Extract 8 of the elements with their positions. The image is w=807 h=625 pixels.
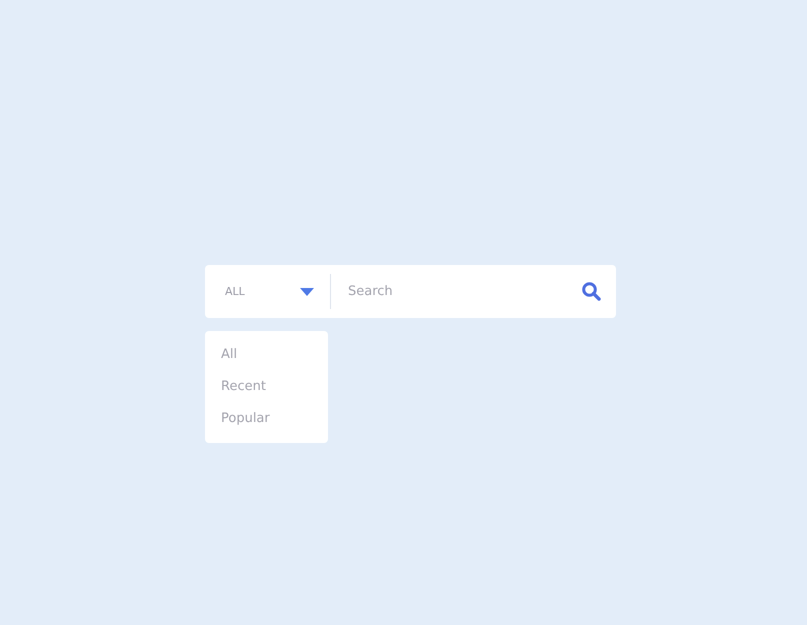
search-field[interactable]: Search [331, 265, 582, 318]
menu-item[interactable]: Popular [205, 407, 328, 431]
search-button[interactable] [582, 265, 616, 318]
search-icon [582, 282, 601, 301]
caret-icon [300, 288, 314, 296]
category-dropdown[interactable]: ALL [205, 265, 330, 318]
menu-item[interactable]: Recent [205, 375, 328, 399]
menu-item[interactable]: All [205, 343, 328, 367]
